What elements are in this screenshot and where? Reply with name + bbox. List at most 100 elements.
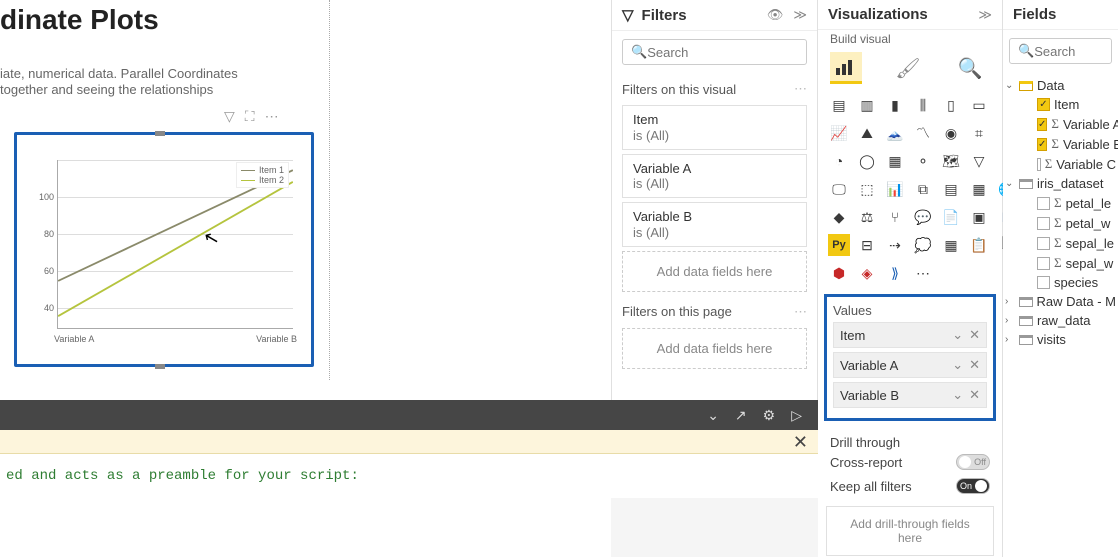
pie-chart-icon[interactable]: ◔	[828, 150, 850, 172]
checkbox-icon[interactable]: ✓	[1037, 98, 1050, 111]
decomposition-icon[interactable]: ⑂	[884, 206, 906, 228]
get-more-visuals-icon[interactable]: ⋯	[912, 262, 934, 284]
chart-visual[interactable]: 100 80 60 40 Item 1 Item 2 Variable A Va…	[14, 132, 314, 367]
funnel-icon[interactable]: ▽	[968, 150, 990, 172]
build-visual-tab[interactable]	[830, 52, 862, 84]
checkbox-icon[interactable]	[1037, 276, 1050, 289]
selection-handle[interactable]	[155, 131, 165, 136]
field-petal-w[interactable]: Σpetal_w	[1005, 213, 1116, 233]
field-var-c[interactable]: ΣVariable C	[1005, 154, 1116, 174]
add-visual-filter[interactable]: Add data fields here	[622, 251, 807, 292]
card-icon[interactable]: 🖵	[828, 178, 850, 200]
table-icon[interactable]: ▤	[940, 178, 962, 200]
stacked-bar-icon[interactable]: ▤	[828, 94, 850, 116]
add-drill-fields[interactable]: Add drill-through fields here	[826, 506, 994, 556]
waterfall-icon[interactable]: ⌗	[968, 122, 990, 144]
remove-icon[interactable]: ✕	[969, 387, 980, 403]
table-raw-m[interactable]: ›Raw Data - M	[1005, 292, 1116, 311]
more-icon[interactable]: ⋯	[794, 81, 807, 97]
fields-search-input[interactable]	[1034, 44, 1118, 59]
table-data[interactable]: ⌄Data	[1005, 76, 1116, 95]
focus-mode-icon[interactable]: ⛶	[245, 108, 255, 125]
checkbox-icon[interactable]	[1037, 257, 1050, 270]
table-iris[interactable]: ⌄iris_dataset	[1005, 174, 1116, 193]
analytics-tab[interactable]: 🔍	[954, 52, 986, 84]
eye-icon[interactable]: 👁	[767, 7, 784, 23]
filters-search[interactable]: 🔍	[622, 39, 807, 65]
selection-handle[interactable]	[155, 364, 165, 369]
collapse-icon[interactable]: ≫	[793, 7, 807, 23]
more-options-icon[interactable]: ⋯	[265, 108, 279, 125]
filter-card-item[interactable]: Itemis (All)	[622, 105, 807, 150]
field-var-a[interactable]: ✓ΣVariable A	[1005, 114, 1116, 134]
field-sepal-w[interactable]: Σsepal_w	[1005, 253, 1116, 273]
filter-icon[interactable]: ▽	[224, 108, 235, 125]
field-sepal-le[interactable]: Σsepal_le	[1005, 233, 1116, 253]
multicard-icon[interactable]: ⬚	[856, 178, 878, 200]
treemap-icon[interactable]: ▦	[884, 150, 906, 172]
custom-visual-1-icon[interactable]: ⬢	[828, 262, 850, 284]
stacked-bar-100-icon[interactable]: ▭	[968, 94, 990, 116]
chevron-down-icon[interactable]: ⌄	[707, 407, 719, 424]
table-raw[interactable]: ›raw_data	[1005, 311, 1116, 330]
report-icon[interactable]: 📋	[968, 234, 990, 256]
checkbox-icon[interactable]: ✓	[1037, 118, 1047, 131]
cross-report-toggle[interactable]: Off	[956, 454, 990, 470]
checkbox-icon[interactable]	[1037, 217, 1050, 230]
key-driver-icon[interactable]: ⊟	[856, 234, 878, 256]
checkbox-icon[interactable]	[1037, 197, 1050, 210]
matrix-icon[interactable]: ▦	[968, 178, 990, 200]
well-var-a[interactable]: Variable A⌄✕	[833, 352, 987, 378]
add-page-filter[interactable]: Add data fields here	[622, 328, 807, 369]
ribbon-icon[interactable]: ◉	[940, 122, 962, 144]
filter-card-var-b[interactable]: Variable Bis (All)	[622, 202, 807, 247]
qa-icon[interactable]: 💬	[912, 206, 934, 228]
grid-visual-icon[interactable]: ▦	[940, 234, 962, 256]
python-visual-icon[interactable]: Py	[828, 234, 850, 256]
field-petal-le[interactable]: Σpetal_le	[1005, 193, 1116, 213]
well-var-b[interactable]: Variable B⌄✕	[833, 382, 987, 408]
chevron-down-icon[interactable]: ⌄	[952, 387, 963, 403]
checkbox-icon[interactable]	[1037, 237, 1050, 250]
chevron-down-icon[interactable]: ⌄	[952, 357, 963, 373]
fields-search[interactable]: 🔍	[1009, 38, 1112, 64]
remove-icon[interactable]: ✕	[969, 327, 980, 343]
chat-icon[interactable]: 💭	[912, 234, 934, 256]
field-var-b[interactable]: ✓ΣVariable B	[1005, 134, 1116, 154]
slicer-icon[interactable]: ⧉	[912, 178, 934, 200]
paginated-icon[interactable]: ▣	[968, 206, 990, 228]
remove-icon[interactable]: ✕	[969, 357, 980, 373]
collapse-icon[interactable]: ≫	[978, 7, 992, 23]
smart-narrative-icon[interactable]: 📄	[940, 206, 962, 228]
field-item[interactable]: ✓Item	[1005, 95, 1116, 114]
field-species[interactable]: species	[1005, 273, 1116, 292]
table-visits[interactable]: ›visits	[1005, 330, 1116, 349]
popout-icon[interactable]: ↗	[735, 407, 747, 424]
line-chart-icon[interactable]: 📈	[828, 122, 850, 144]
chevron-down-icon[interactable]: ⌄	[952, 327, 963, 343]
stacked-column-100-icon[interactable]: ▯	[940, 94, 962, 116]
filters-search-input[interactable]	[647, 45, 823, 60]
custom-visual-3-icon[interactable]: ⟫	[884, 262, 906, 284]
checkbox-icon[interactable]: ✓	[1037, 138, 1047, 151]
more-icon[interactable]: ⋯	[794, 304, 807, 320]
flow-icon[interactable]: ⇢	[884, 234, 906, 256]
close-icon[interactable]: ✕	[793, 432, 808, 453]
run-icon[interactable]: ▷	[791, 407, 802, 424]
line-area-icon[interactable]: 〽	[912, 122, 934, 144]
keep-filters-toggle[interactable]: On	[956, 478, 990, 494]
custom-visual-2-icon[interactable]: ◈	[856, 262, 878, 284]
powerapps-icon[interactable]: ◆	[828, 206, 850, 228]
filter-card-var-a[interactable]: Variable Ais (All)	[622, 154, 807, 199]
clustered-bar-icon[interactable]: ▥	[856, 94, 878, 116]
gear-icon[interactable]: ⚙	[763, 407, 776, 424]
stacked-column-icon[interactable]: ▮	[884, 94, 906, 116]
map-icon[interactable]: ⚬	[912, 150, 934, 172]
filled-map-icon[interactable]: 🗺	[940, 150, 962, 172]
area-chart-icon[interactable]: ⛰	[856, 122, 878, 144]
well-item[interactable]: Item⌄✕	[833, 322, 987, 348]
stacked-area-icon[interactable]: 🗻	[884, 122, 906, 144]
format-visual-tab[interactable]: 🖌	[892, 52, 924, 84]
checkbox-icon[interactable]	[1037, 158, 1041, 171]
kpi-icon[interactable]: 📊	[884, 178, 906, 200]
